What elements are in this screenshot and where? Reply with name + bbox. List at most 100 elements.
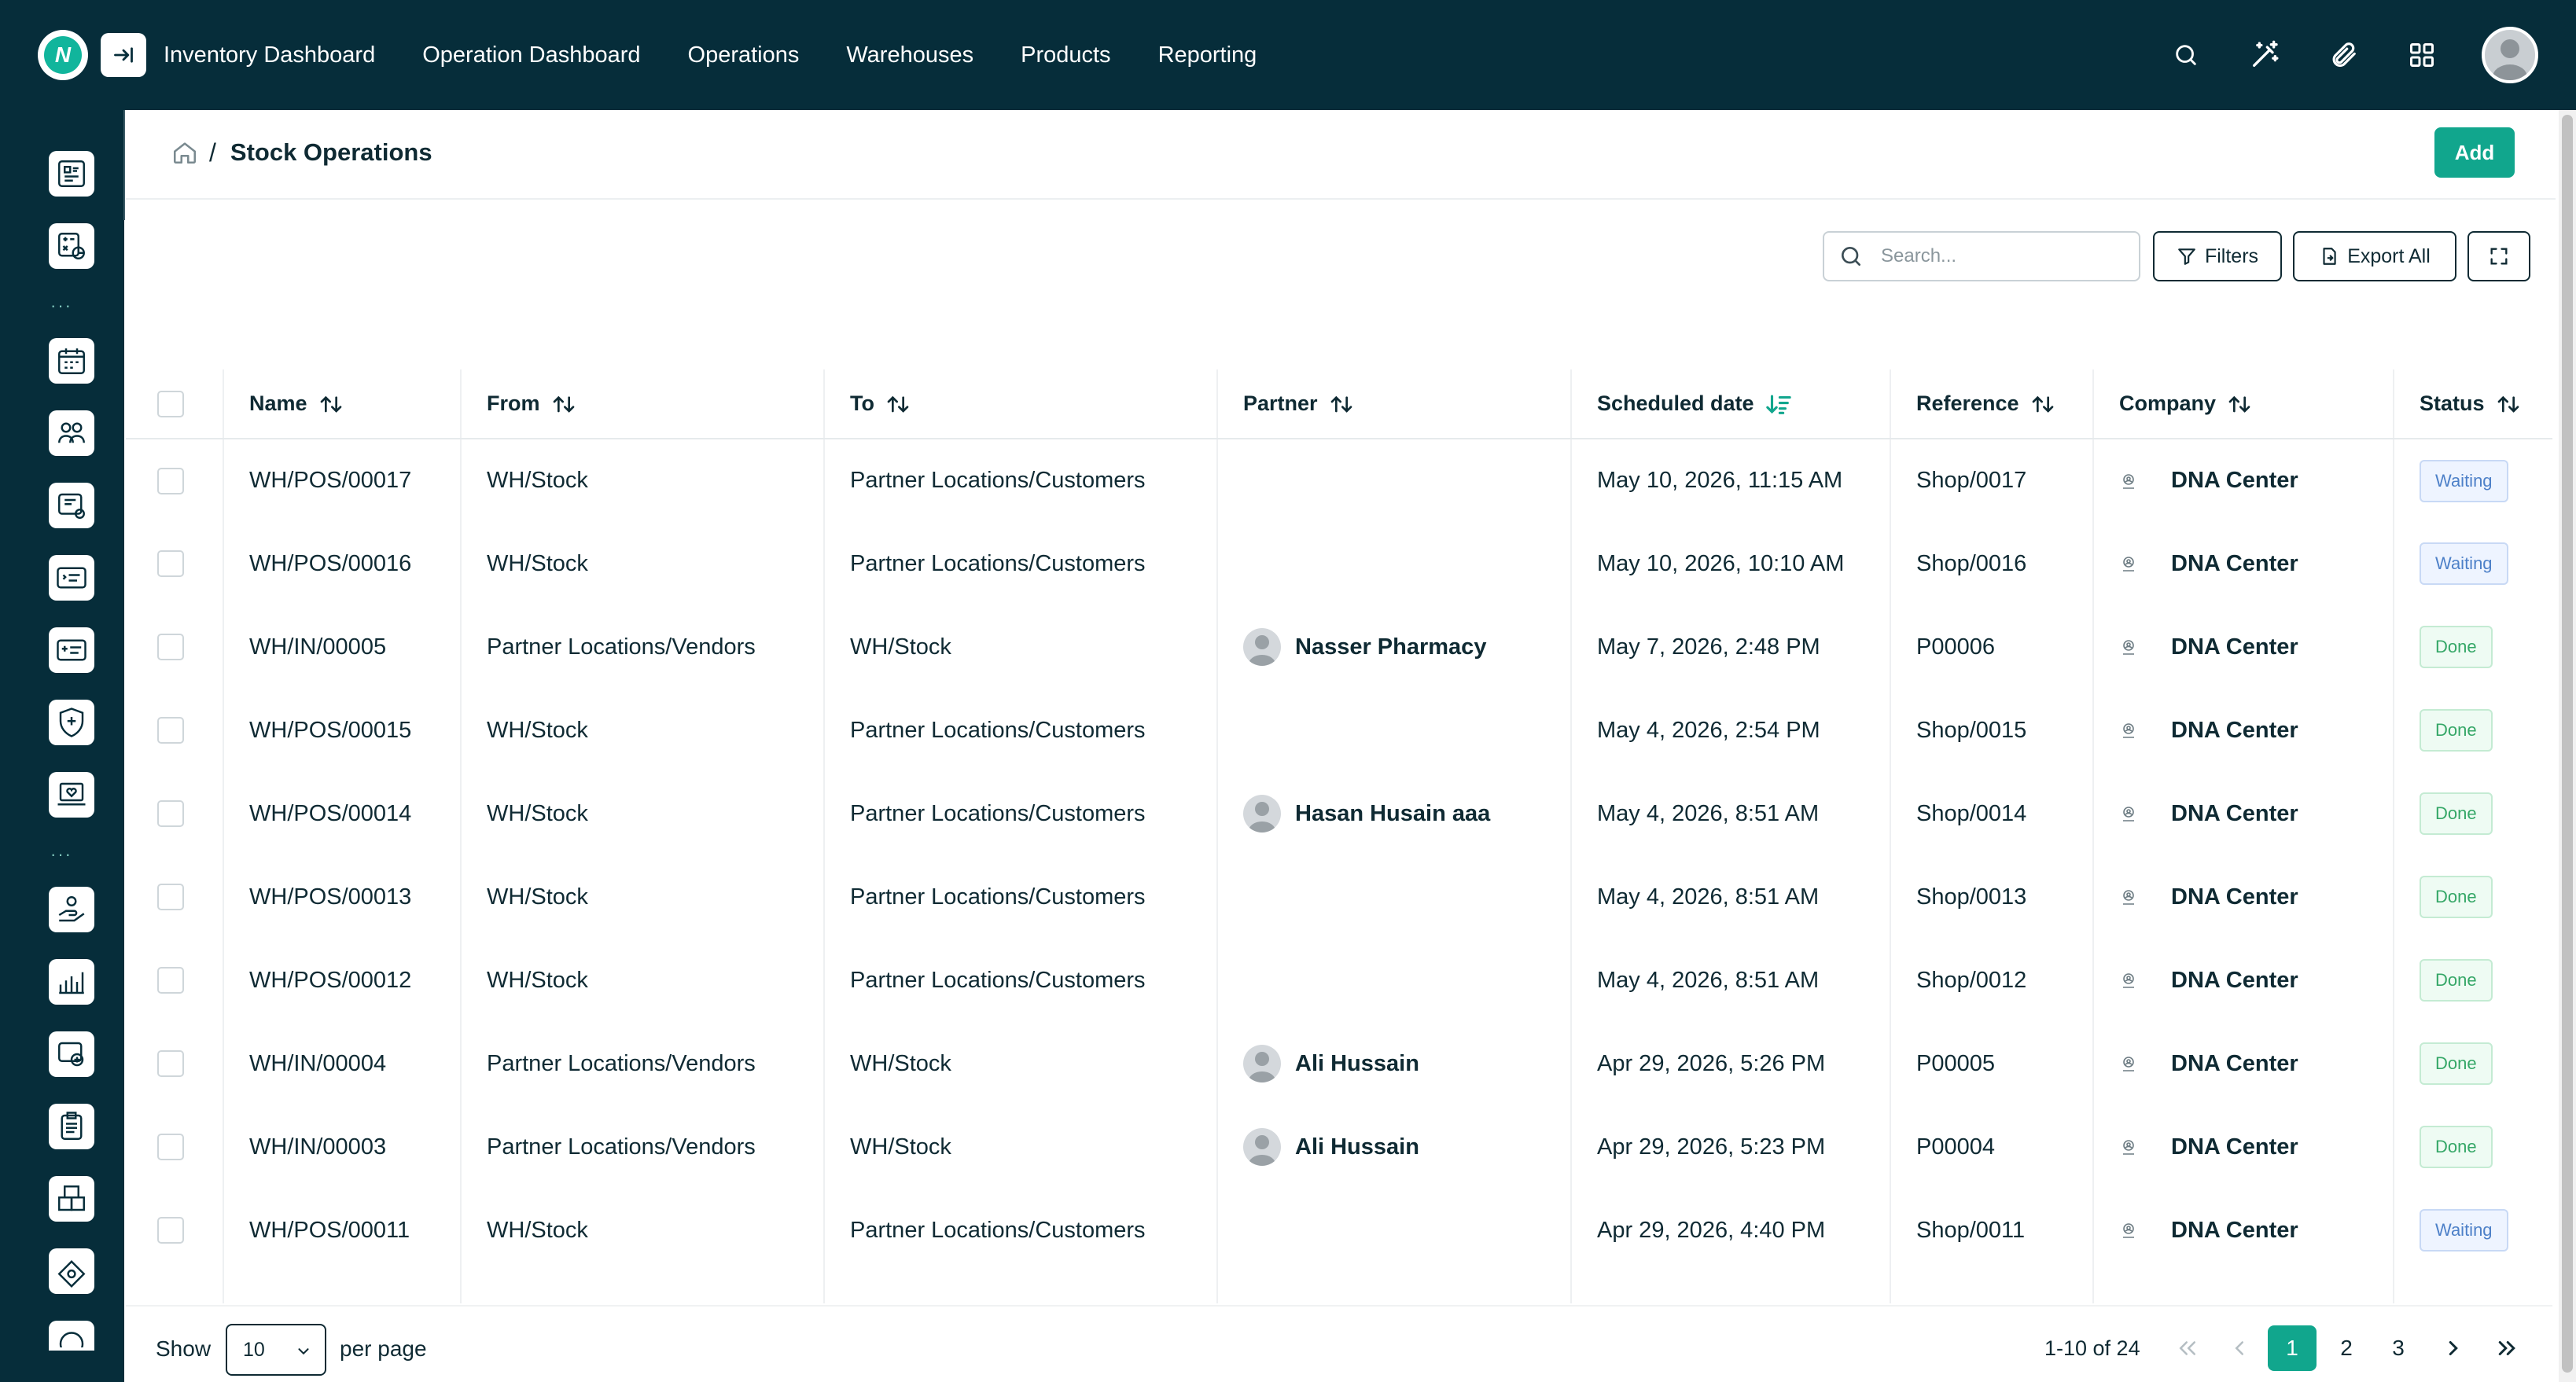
search-icon[interactable] [2167,36,2205,74]
first-page-button[interactable] [2169,1325,2206,1371]
row-checkbox[interactable] [157,467,184,494]
chat-medical-icon[interactable] [49,1031,94,1077]
column-header-scheduled-date[interactable]: Scheduled date [1571,369,1891,439]
cell-from: WH/Stock [461,855,825,939]
column-header-company[interactable]: Company [2093,369,2394,439]
fullscreen-button[interactable] [2467,231,2530,281]
calendar-grid-icon[interactable] [49,338,94,384]
cell-name[interactable]: WH/IN/00004 [223,1022,462,1105]
row-checkbox[interactable] [157,1050,184,1078]
nav-operation-dashboard[interactable]: Operation Dashboard [422,42,640,68]
sort-icon[interactable] [885,394,911,416]
cell-to: Partner Locations/Customers [824,1189,1218,1272]
sort-icon[interactable] [318,394,344,416]
partner-chip: Hasan Husain aaa [1243,795,1570,833]
apps-grid-icon[interactable] [2403,36,2441,74]
user-avatar[interactable] [2482,27,2538,83]
nav-products[interactable]: Products [1021,42,1110,68]
table-row[interactable]: WH/POS/00012 WH/Stock Partner Locations/Cu… [126,939,2552,1022]
page-button-1[interactable]: 1 [2268,1325,2317,1371]
column-header-status[interactable]: Status [2394,369,2552,439]
row-checkbox[interactable] [157,717,184,744]
table-row[interactable]: WH/POS/00015 WH/Stock Partner Locations/Cu… [126,689,2552,772]
hand-care-icon[interactable] [49,887,94,932]
nav-operations[interactable]: Operations [688,42,800,68]
id-card-icon[interactable] [49,555,94,601]
table-row[interactable]: WH/POS/00014 WH/Stock Partner Locations/Cu… [126,772,2552,855]
clipboard-list-icon[interactable] [49,1104,94,1149]
page-button-3[interactable]: 3 [2381,1325,2416,1371]
add-button[interactable]: Add [2434,127,2515,178]
app-logo[interactable]: N [38,30,88,80]
home-icon[interactable] [171,139,198,166]
laptop-heart-icon[interactable] [49,772,94,818]
cell-name[interactable]: WH/POS/00011 [223,1189,462,1272]
nav-reporting[interactable]: Reporting [1158,42,1257,68]
sort-icon[interactable] [1329,394,1354,416]
row-checkbox[interactable] [157,800,184,828]
cash-icon[interactable] [49,1248,94,1294]
column-header-to[interactable]: To [824,369,1218,439]
column-header-partner[interactable]: Partner [1217,369,1572,439]
sort-icon[interactable] [2030,394,2055,416]
table-row[interactable]: WH/POS/00016 WH/Stock Partner Locations/Cu… [126,522,2552,605]
row-checkbox[interactable] [157,634,184,661]
sidebar-toggle-button[interactable] [101,33,146,77]
cell-name[interactable]: WH/POS/00016 [223,522,462,605]
magic-wand-icon[interactable] [2246,36,2283,74]
sort-icon[interactable] [2227,394,2252,416]
cell-name[interactable]: WH/POS/00014 [223,772,462,855]
id-card-alt-icon[interactable] [49,627,94,673]
next-page-button[interactable] [2434,1325,2472,1371]
cell-name[interactable]: WH/POS/00012 [223,939,462,1022]
sort-descending-icon[interactable] [1765,392,1792,416]
paperclip-icon[interactable] [2324,36,2362,74]
search-input[interactable] [1881,245,2133,267]
status-badge: Done [2420,792,2493,835]
table-row[interactable]: WH/POS/00017 WH/Stock Partner Locations/Cu… [126,439,2552,522]
row-checkbox[interactable] [157,884,184,911]
nav-warehouses[interactable]: Warehouses [846,42,973,68]
cell-name[interactable]: WH/IN/00003 [223,1105,462,1189]
table-row[interactable]: WH/IN/00004 Partner Locations/Vendors WH/S… [126,1022,2552,1105]
row-checkbox[interactable] [157,550,184,578]
column-header-reference[interactable]: Reference [1890,369,2094,439]
inventory-report-icon[interactable] [49,151,94,197]
table-row[interactable]: WH/IN/00003 Partner Locations/Vendors WH/S… [126,1105,2552,1189]
cell-to: WH/Stock [824,605,1218,689]
cell-name[interactable]: WH/POS/00013 [223,855,462,939]
last-page-button[interactable] [2488,1325,2526,1371]
table-row[interactable]: WH/POS/00013 WH/Stock Partner Locations/Cu… [126,855,2552,939]
cell-name[interactable]: WH/POS/00015 [223,689,462,772]
select-all-checkbox[interactable] [157,390,184,417]
nav-inventory-dashboard[interactable]: Inventory Dashboard [164,42,375,68]
row-checkbox[interactable] [157,967,184,994]
bar-chart-icon[interactable] [49,959,94,1005]
previous-page-button[interactable] [2221,1325,2258,1371]
row-checkbox[interactable] [157,1134,184,1161]
chevrons-right-icon [2498,1341,2515,1355]
shield-doctor-icon[interactable] [49,700,94,745]
table-row[interactable]: WH/POS/00011 WH/Stock Partner Locations/Cu… [126,1189,2552,1272]
sort-icon[interactable] [2496,394,2521,416]
ticket-settings-icon[interactable] [49,483,94,528]
column-header-name[interactable]: Name [223,369,462,439]
filters-button[interactable]: Filters [2153,231,2282,281]
more-menu-icon[interactable] [49,1321,94,1351]
vertical-scrollbar-thumb[interactable] [2562,115,2573,1373]
per-page-select[interactable]: 10 [226,1324,326,1376]
team-icon[interactable] [49,410,94,456]
cell-reference: P00004 [1890,1105,2094,1189]
sort-icon[interactable] [551,394,576,416]
cell-name[interactable]: WH/IN/00005 [223,605,462,689]
cell-name[interactable]: WH/POS/00017 [223,439,462,522]
boxes-icon[interactable] [49,1176,94,1222]
export-all-button[interactable]: Export All [2293,231,2456,281]
column-header-from[interactable]: From [461,369,825,439]
page-button-2[interactable]: 2 [2329,1325,2364,1371]
sidebar: ··· ··· [0,110,125,1382]
header-divider [126,198,2556,200]
calculator-chart-icon[interactable] [49,223,94,269]
table-row[interactable]: WH/IN/00005 Partner Locations/Vendors WH/S… [126,605,2552,689]
row-checkbox[interactable] [157,1217,184,1244]
